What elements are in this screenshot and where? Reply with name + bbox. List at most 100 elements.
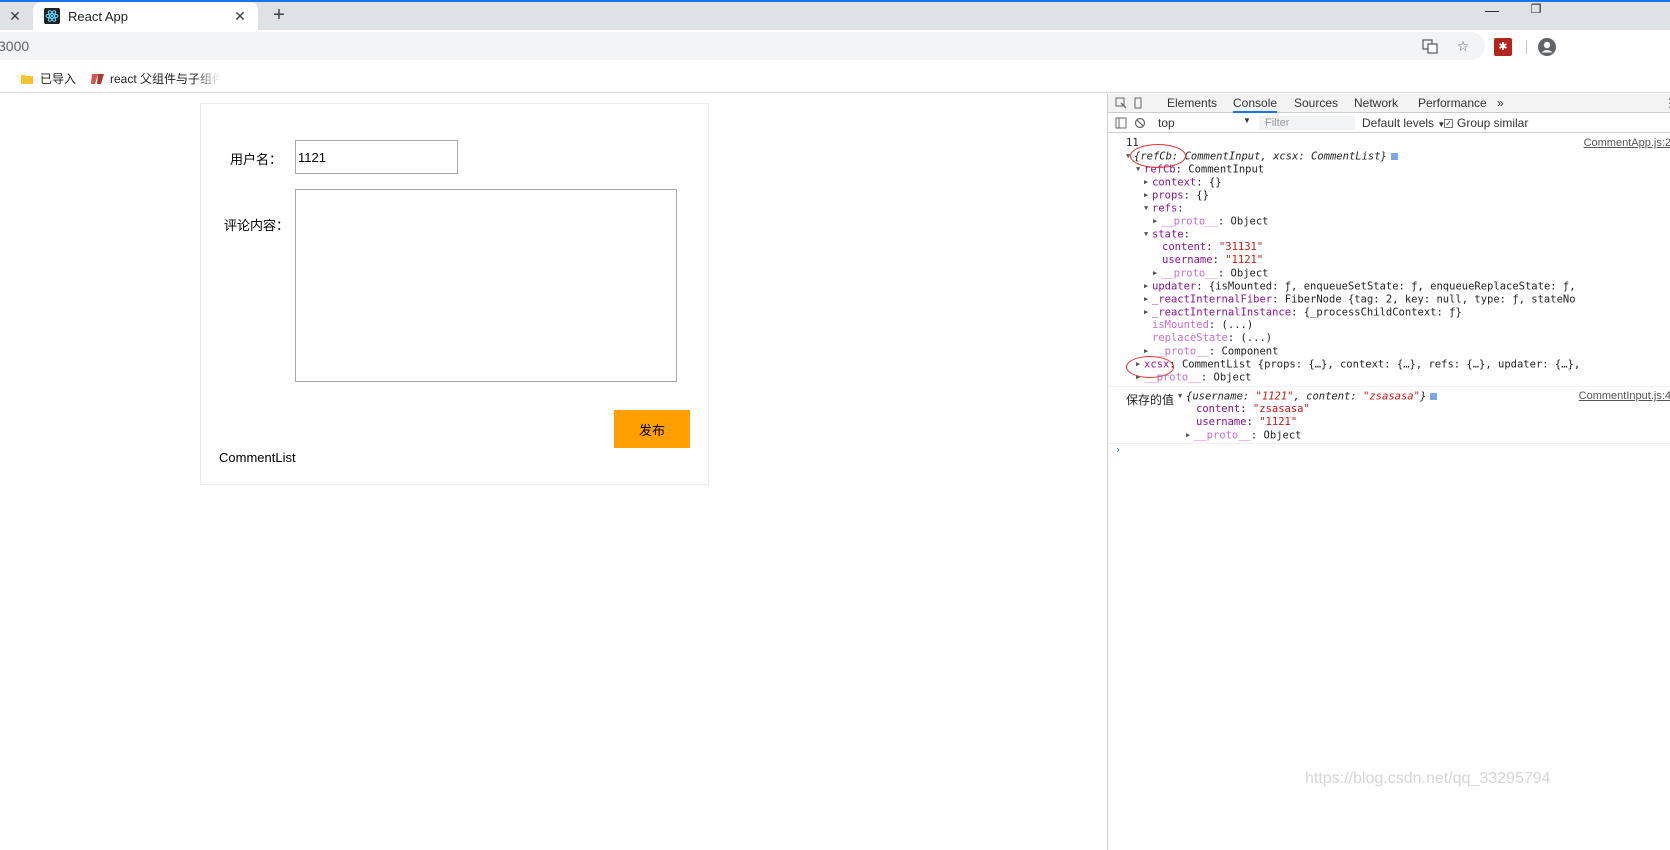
bookmark-folder[interactable]: 已导入: [20, 70, 76, 87]
console-toolbar: top ▼ Filter Default levels ▼ ✓ Group sim…: [1108, 113, 1670, 133]
info-icon: [1390, 153, 1398, 160]
tree-row[interactable]: ▶ context: {}: [1144, 176, 1222, 189]
tab-performance[interactable]: Performance: [1418, 96, 1487, 110]
tab-console[interactable]: Console: [1233, 96, 1278, 113]
url-text: 3000: [0, 38, 30, 54]
console-prompt-icon[interactable]: ›: [1115, 445, 1121, 456]
property-key: state: [1152, 228, 1184, 241]
extension-icon[interactable]: ✱: [1494, 38, 1512, 56]
profile-icon[interactable]: [1537, 37, 1557, 57]
filter-input[interactable]: Filter: [1259, 116, 1355, 130]
sidebar-toggle-icon[interactable]: [1115, 117, 1127, 129]
address-bar[interactable]: 3000 ☆: [0, 32, 1485, 60]
tree-row[interactable]: ▶ props: {}: [1144, 189, 1209, 202]
tab-elements[interactable]: Elements: [1167, 96, 1217, 110]
tree-row[interactable]: ▼ refs:: [1144, 202, 1184, 215]
collapsed-triangle-icon[interactable]: ▶: [1153, 215, 1161, 228]
console-output: CommentApp.js:2 11 ▼ {refCb: CommentInput…: [1108, 134, 1670, 850]
object-summary[interactable]: ▼ {username: "1121", content: "zsasasa"}: [1178, 390, 1438, 403]
publish-button[interactable]: 发布: [614, 410, 690, 448]
property-key: username: [1162, 254, 1213, 266]
tree-row[interactable]: ▶ _reactInternalInstance: {_processChildC…: [1144, 306, 1462, 319]
more-tabs-icon[interactable]: »: [1497, 96, 1504, 110]
summary-text: , content:: [1293, 390, 1364, 403]
context-selector[interactable]: top: [1158, 116, 1175, 130]
property-key: refs: [1152, 202, 1178, 215]
tree-row[interactable]: ▶ xcsx: CommentList {props: {…}, context:…: [1136, 358, 1580, 371]
property-value: "31131": [1218, 241, 1264, 253]
property-key: __proto__: [1152, 345, 1209, 358]
property-key: content: [1162, 241, 1207, 253]
collapsed-triangle-icon[interactable]: ▶: [1186, 429, 1194, 442]
property-key: __proto__: [1161, 215, 1218, 228]
tree-row[interactable]: ▶ updater: {isMounted: ƒ, enqueueSetState…: [1144, 280, 1576, 293]
summary-text: }: [1419, 390, 1427, 403]
comment-app-card: 用户名： 1121 评论内容： 发布 CommentList: [200, 103, 709, 485]
expanded-triangle-icon[interactable]: ▼: [1178, 390, 1186, 403]
collapsed-triangle-icon[interactable]: ▶: [1144, 189, 1152, 202]
browser-tab[interactable]: React App ✕: [33, 2, 258, 30]
collapsed-triangle-icon[interactable]: ▶: [1144, 280, 1152, 293]
property-value: : CommentInput: [1175, 163, 1265, 176]
inspect-icon[interactable]: [1115, 97, 1127, 109]
bookmark-link[interactable]: react 父组件与子组件: [90, 70, 220, 87]
message-divider: [1108, 386, 1670, 387]
group-similar-label: Group similar: [1457, 116, 1529, 130]
property-key: replaceState: [1152, 332, 1228, 344]
checkbox-icon[interactable]: ✓: [1444, 118, 1453, 128]
tree-row[interactable]: isMounted: (...): [1152, 319, 1253, 332]
tree-row[interactable]: ▼ state:: [1144, 228, 1190, 241]
bookmarks-bar: 已导入 react 父组件与子组件: [0, 62, 1670, 93]
expanded-triangle-icon[interactable]: ▼: [1144, 228, 1152, 241]
property-value: : Component: [1208, 345, 1279, 358]
source-link[interactable]: CommentInput.js:4: [1579, 390, 1670, 402]
close-icon[interactable]: ✕: [232, 8, 248, 24]
expanded-triangle-icon[interactable]: ▼: [1144, 202, 1152, 215]
tree-row[interactable]: ▶ __proto__: Object: [1153, 267, 1268, 280]
chevron-down-icon[interactable]: ▼: [1243, 116, 1251, 125]
star-icon[interactable]: ☆: [1455, 38, 1471, 54]
summary-text: {username:: [1186, 390, 1256, 403]
tree-row[interactable]: ▶ _reactInternalFiber: FiberNode {tag: 2,…: [1144, 293, 1576, 306]
tree-row: username: "1121": [1196, 416, 1298, 428]
tree-row[interactable]: replaceState: (...): [1152, 332, 1272, 345]
tree-row[interactable]: ▶ __proto__: Object: [1153, 215, 1268, 228]
close-icon[interactable]: ✕: [0, 2, 30, 30]
bookmark-site-icon: [90, 72, 104, 86]
property-value: :: [1177, 202, 1184, 215]
content-textarea[interactable]: [295, 189, 677, 382]
tab-sources[interactable]: Sources: [1294, 96, 1338, 110]
minimize-icon[interactable]: —: [1478, 2, 1506, 26]
property-key: updater: [1152, 280, 1197, 293]
property-key: _reactInternalFiber: [1152, 293, 1273, 306]
property-value: : Object: [1200, 371, 1252, 384]
username-label: 用户名：: [230, 152, 283, 167]
property-key: __proto__: [1161, 267, 1218, 280]
collapsed-triangle-icon[interactable]: ▶: [1144, 293, 1152, 306]
property-value: : Object: [1250, 429, 1302, 442]
watermark: https://blog.csdn.net/qq_33295794: [1305, 770, 1551, 787]
device-toolbar-icon[interactable]: [1132, 97, 1144, 109]
group-similar-toggle[interactable]: ✓ Group similar: [1444, 116, 1528, 130]
username-input[interactable]: 1121: [295, 140, 458, 174]
translate-icon[interactable]: [1422, 38, 1438, 54]
property-value: : Object: [1217, 215, 1269, 228]
tab-network[interactable]: Network: [1354, 96, 1398, 110]
collapsed-triangle-icon[interactable]: ▶: [1144, 176, 1152, 189]
browser-toolbar: 3000 ☆: [0, 30, 1670, 62]
restore-icon[interactable]: ❐: [1522, 2, 1550, 26]
tree-row[interactable]: ▶ __proto__: Object: [1186, 429, 1301, 442]
kebab-menu-icon[interactable]: ⋮: [1664, 96, 1670, 110]
tree-row[interactable]: ▶ __proto__: Component: [1144, 345, 1278, 358]
log-label: 保存的值: [1126, 393, 1175, 407]
property-value: : (...): [1208, 319, 1254, 331]
collapsed-triangle-icon[interactable]: ▶: [1153, 267, 1161, 280]
tab-strip: ✕ React App ✕ + — ❐: [0, 0, 1670, 30]
property-key: __proto__: [1194, 429, 1251, 442]
new-tab-icon[interactable]: +: [267, 4, 291, 28]
log-levels-dropdown[interactable]: Default levels ▼: [1362, 116, 1445, 130]
source-link[interactable]: CommentApp.js:2: [1584, 137, 1670, 149]
property-value: : (...): [1227, 332, 1273, 344]
collapsed-triangle-icon[interactable]: ▶: [1144, 306, 1152, 319]
clear-console-icon[interactable]: [1134, 117, 1146, 129]
